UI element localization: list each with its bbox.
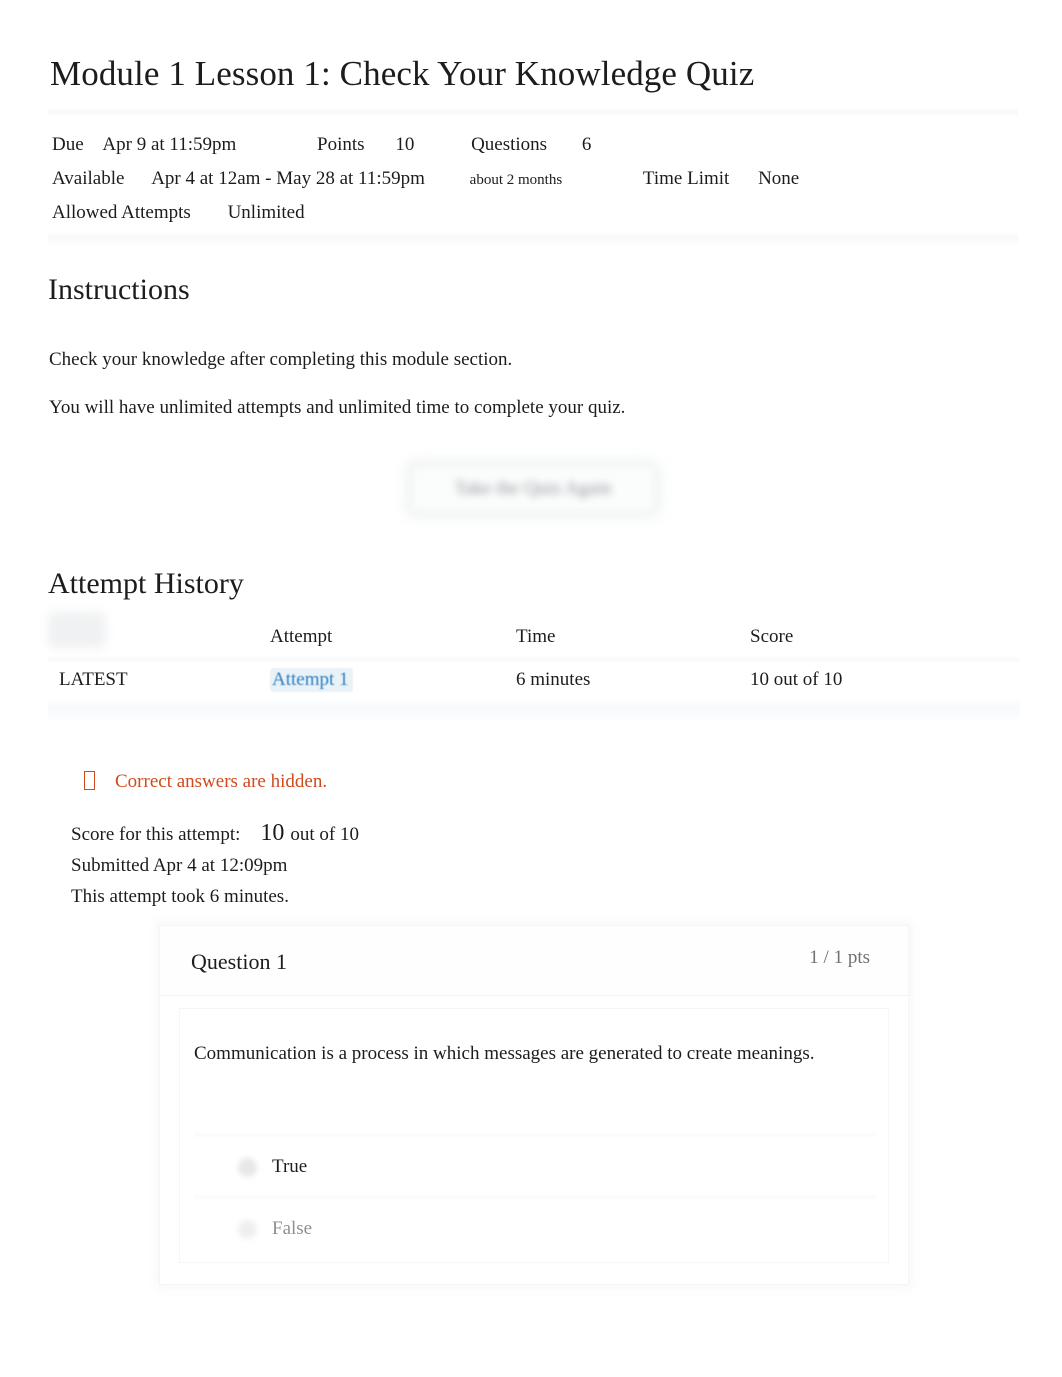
allowed-attempts-label: Allowed Attempts — [52, 202, 191, 223]
available-label: Available — [52, 168, 125, 189]
radio-button-true[interactable] — [238, 1158, 257, 1177]
instructions-heading: Instructions — [48, 273, 190, 306]
metadata-row-due: Due Apr 9 at 11:59pm Points 10 Questions… — [52, 128, 1002, 162]
attempt-history-heading: Attempt History — [48, 567, 244, 600]
header-divider-top — [48, 108, 1018, 117]
table-footer-divider — [48, 698, 1020, 722]
table-header-divider — [48, 656, 1020, 663]
take-quiz-again-button[interactable]: Take the Quiz Again — [411, 466, 655, 512]
correct-answers-hidden-notice: Correct answers are hidden. — [84, 769, 327, 795]
attempt-history-table: Attempt Time Score LATEST Attempt 1 6 mi… — [48, 620, 1020, 706]
answer-divider-middle — [194, 1194, 876, 1200]
answer-option-true[interactable]: True — [194, 1142, 876, 1196]
instructions-paragraph-1: Check your knowledge after completing th… — [49, 349, 513, 370]
column-header-time: Time — [516, 626, 556, 647]
quiz-metadata: Due Apr 9 at 11:59pm Points 10 Questions… — [52, 128, 1002, 230]
column-header-score: Score — [750, 626, 794, 647]
submitted-line: Submitted Apr 4 at 12:09pm — [71, 855, 288, 876]
score-suffix: out of 10 — [290, 824, 359, 845]
due-label: Due — [52, 134, 84, 155]
metadata-row-attempts: Allowed Attempts Unlimited — [52, 196, 1002, 230]
question-card: Question 1 1 / 1 pts Communication is a … — [159, 925, 909, 1285]
questions-value: 6 — [581, 134, 592, 155]
questions-label: Questions — [471, 134, 548, 155]
points-label: Points — [317, 134, 365, 155]
take-quiz-again-container: Take the Quiz Again — [405, 458, 663, 522]
instructions-paragraph-2: You will have unlimited attempts and unl… — [49, 397, 626, 418]
row-time: 6 minutes — [516, 669, 591, 690]
header-divider-bottom — [48, 232, 1018, 246]
row-score: 10 out of 10 — [750, 669, 843, 690]
due-value: Apr 9 at 11:59pm — [102, 134, 237, 155]
score-line: Score for this attempt: 10 out of 10 — [71, 818, 359, 850]
question-body: Communication is a process in which mess… — [179, 1008, 889, 1263]
available-value: Apr 4 at 12am - May 28 at 11:59pm — [151, 168, 425, 189]
answer-option-false[interactable]: False — [194, 1204, 876, 1258]
time-limit-value: None — [758, 168, 800, 189]
row-kept-status: LATEST — [59, 669, 128, 690]
time-limit-label: Time Limit — [642, 168, 730, 189]
available-duration: about 2 months — [469, 172, 563, 188]
warning-icon — [84, 771, 95, 790]
duration-line: This attempt took 6 minutes. — [71, 886, 289, 907]
answer-label-true: True — [272, 1156, 308, 1177]
attempt-summary: Score for this attempt: 10 out of 10 Submi… — [71, 818, 359, 912]
score-label: Score for this attempt: — [71, 824, 241, 845]
page-title: Module 1 Lesson 1: Check Your Knowledge … — [50, 54, 755, 93]
metadata-row-available: Available Apr 4 at 12am - May 28 at 11:5… — [52, 162, 1002, 196]
question-header: Question 1 1 / 1 pts — [160, 926, 908, 996]
allowed-attempts-value: Unlimited — [227, 202, 305, 223]
correct-answers-hidden-text: Correct answers are hidden. — [115, 771, 328, 792]
question-name: Question 1 — [191, 949, 287, 974]
points-value: 10 — [395, 134, 415, 155]
column-header-attempt: Attempt — [270, 626, 333, 647]
score-value: 10 — [260, 820, 285, 846]
question-text: Communication is a process in which mess… — [194, 1043, 815, 1064]
answer-divider-top — [194, 1132, 876, 1138]
question-points: 1 / 1 pts — [809, 947, 870, 968]
radio-button-false[interactable] — [238, 1220, 257, 1239]
quiz-results-page: Module 1 Lesson 1: Check Your Knowledge … — [0, 0, 1062, 1377]
answer-label-false: False — [272, 1218, 313, 1239]
attempt-1-link[interactable]: Attempt 1 — [270, 668, 353, 692]
